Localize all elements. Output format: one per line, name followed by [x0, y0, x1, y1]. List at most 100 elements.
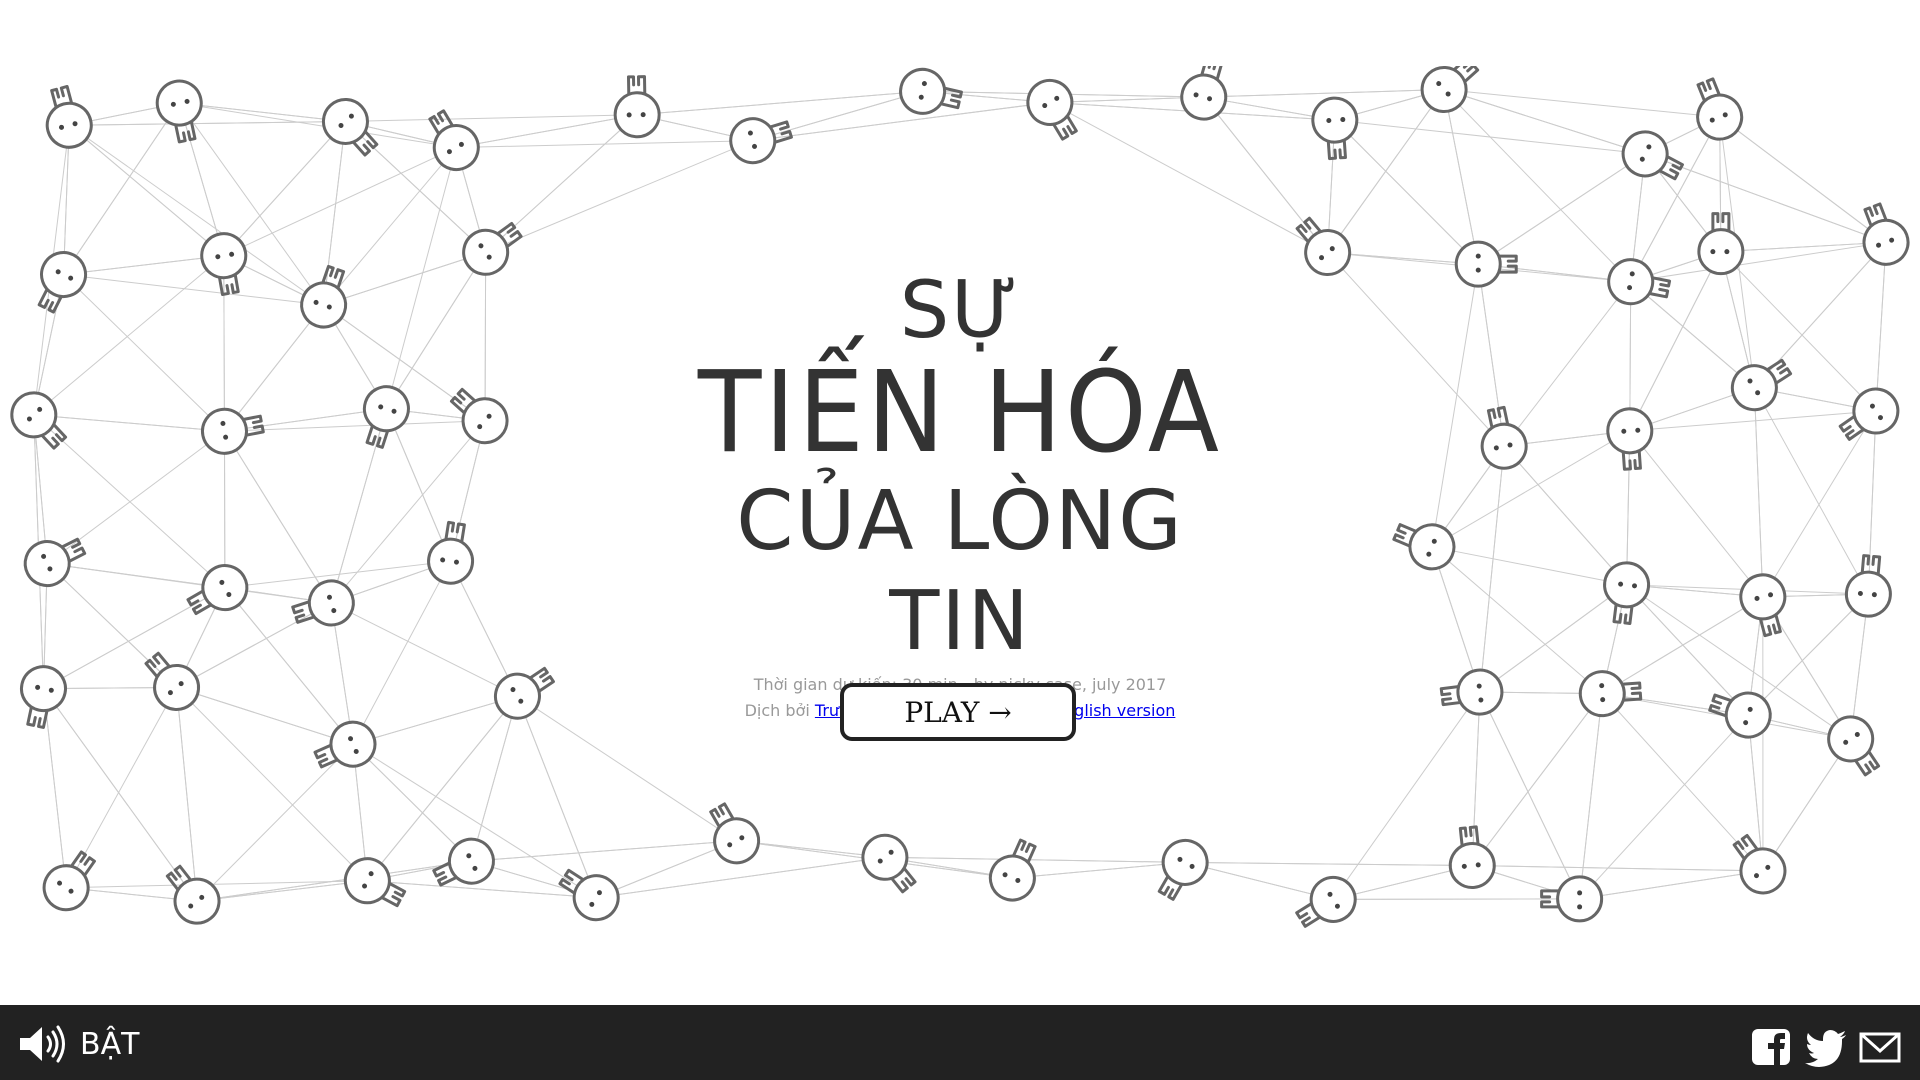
network-edge [43, 587, 226, 690]
play-button[interactable]: PLAY → [840, 683, 1076, 741]
character-icon [45, 84, 93, 149]
title-line-2: TIẾN HÓA [697, 346, 1223, 478]
character-icon [37, 251, 88, 314]
character-icon [1026, 78, 1078, 141]
character-icon [1180, 66, 1228, 121]
network-edge [178, 102, 225, 256]
network-edge [224, 304, 325, 432]
network-edge [1753, 387, 1764, 597]
network-edge [1479, 446, 1505, 693]
network-edge [63, 274, 225, 432]
network-edge [1719, 116, 1887, 243]
facebook-icon[interactable] [1750, 1027, 1794, 1067]
network-edge [1762, 738, 1852, 872]
network-edge [176, 686, 354, 745]
character-icon [1448, 825, 1496, 890]
network-edge [345, 114, 638, 122]
character-icon [613, 75, 661, 139]
character-icon [449, 387, 509, 445]
network-edge [33, 414, 225, 432]
character-icon [321, 97, 379, 157]
network-edge [456, 114, 638, 149]
network-edge [176, 687, 368, 882]
character-icon [1157, 838, 1209, 901]
character-icon [1606, 407, 1654, 471]
character-icon [729, 117, 793, 165]
character-icon [1480, 405, 1528, 470]
network-edge [352, 743, 472, 862]
network-edge [63, 255, 224, 276]
character-icon [1708, 691, 1772, 739]
network-edge [323, 251, 486, 306]
character-icon [165, 864, 221, 925]
character-icon [1621, 130, 1684, 181]
network-edge [637, 90, 923, 116]
speaker-icon [20, 1025, 65, 1063]
character-icon [362, 385, 410, 449]
network-edge [352, 560, 452, 745]
network-edge [1630, 241, 1887, 283]
network-edge [385, 147, 457, 409]
email-icon[interactable] [1858, 1027, 1902, 1067]
network-edge [485, 140, 753, 253]
network-edge [1867, 411, 1877, 595]
character-icon [1420, 66, 1480, 114]
network-edge [196, 743, 354, 902]
character-icon [709, 802, 761, 865]
share-buttons [1750, 1027, 1902, 1067]
character-icon [313, 720, 377, 769]
character-icon [155, 79, 203, 144]
character-icon [1838, 387, 1900, 441]
character-icon [291, 579, 355, 627]
network-edge [752, 101, 1050, 142]
character-icon [42, 850, 96, 912]
character-icon [988, 838, 1037, 902]
network-edge [176, 602, 332, 688]
network-edge [1203, 89, 1445, 98]
character-icon [343, 857, 407, 908]
title-block: SỰ TIẾN HÓA CỦA LÒNG TIN Thời gian dự ki… [660, 270, 1260, 724]
network-edge [484, 252, 487, 421]
character-icon [861, 833, 917, 894]
network-edge [176, 687, 198, 902]
sound-toggle[interactable]: BẬT [18, 1023, 139, 1065]
character-icon [558, 868, 620, 922]
character-icon [19, 665, 67, 729]
network-edge [1431, 546, 1603, 695]
network-edge [1443, 89, 1479, 265]
character-icon [1827, 715, 1881, 777]
network-edge [331, 602, 518, 697]
network-edge [1762, 410, 1877, 598]
title-line-1: SỰ [899, 266, 1021, 356]
character-icon [1862, 202, 1910, 266]
character-icon [200, 232, 248, 296]
network-edge [470, 696, 518, 862]
twitter-icon[interactable] [1804, 1027, 1848, 1067]
character-icon [1730, 358, 1793, 412]
network-edge [1720, 241, 1887, 253]
character-icon [1295, 875, 1357, 928]
character-icon [1603, 561, 1651, 626]
network-edge [179, 102, 457, 149]
network-edge [1444, 89, 1720, 118]
title-line-3: CỦA LÒNG TIN [736, 474, 1184, 669]
network-edge [1875, 242, 1887, 412]
network-edge [1012, 861, 1186, 879]
network-edge [1629, 430, 1764, 598]
network-edge [1579, 714, 1749, 900]
network-edge [385, 408, 452, 562]
network-edge [47, 563, 225, 589]
network-edge [63, 274, 324, 306]
network-edge [1431, 264, 1479, 547]
translated-by-label: Dịch bởi [744, 701, 810, 720]
network-edge [1630, 281, 1755, 389]
network-edge [1626, 584, 1749, 716]
game-stage: SỰ TIẾN HÓA CỦA LÒNG TIN Thời gian dự ki… [0, 0, 1920, 1080]
character-icon [427, 520, 475, 585]
character-icon [1578, 670, 1643, 718]
character-icon [1696, 77, 1744, 141]
network-edge [1477, 153, 1646, 265]
network-edge [42, 688, 67, 888]
network-edge [1579, 870, 1764, 900]
character-icon [1439, 668, 1504, 716]
